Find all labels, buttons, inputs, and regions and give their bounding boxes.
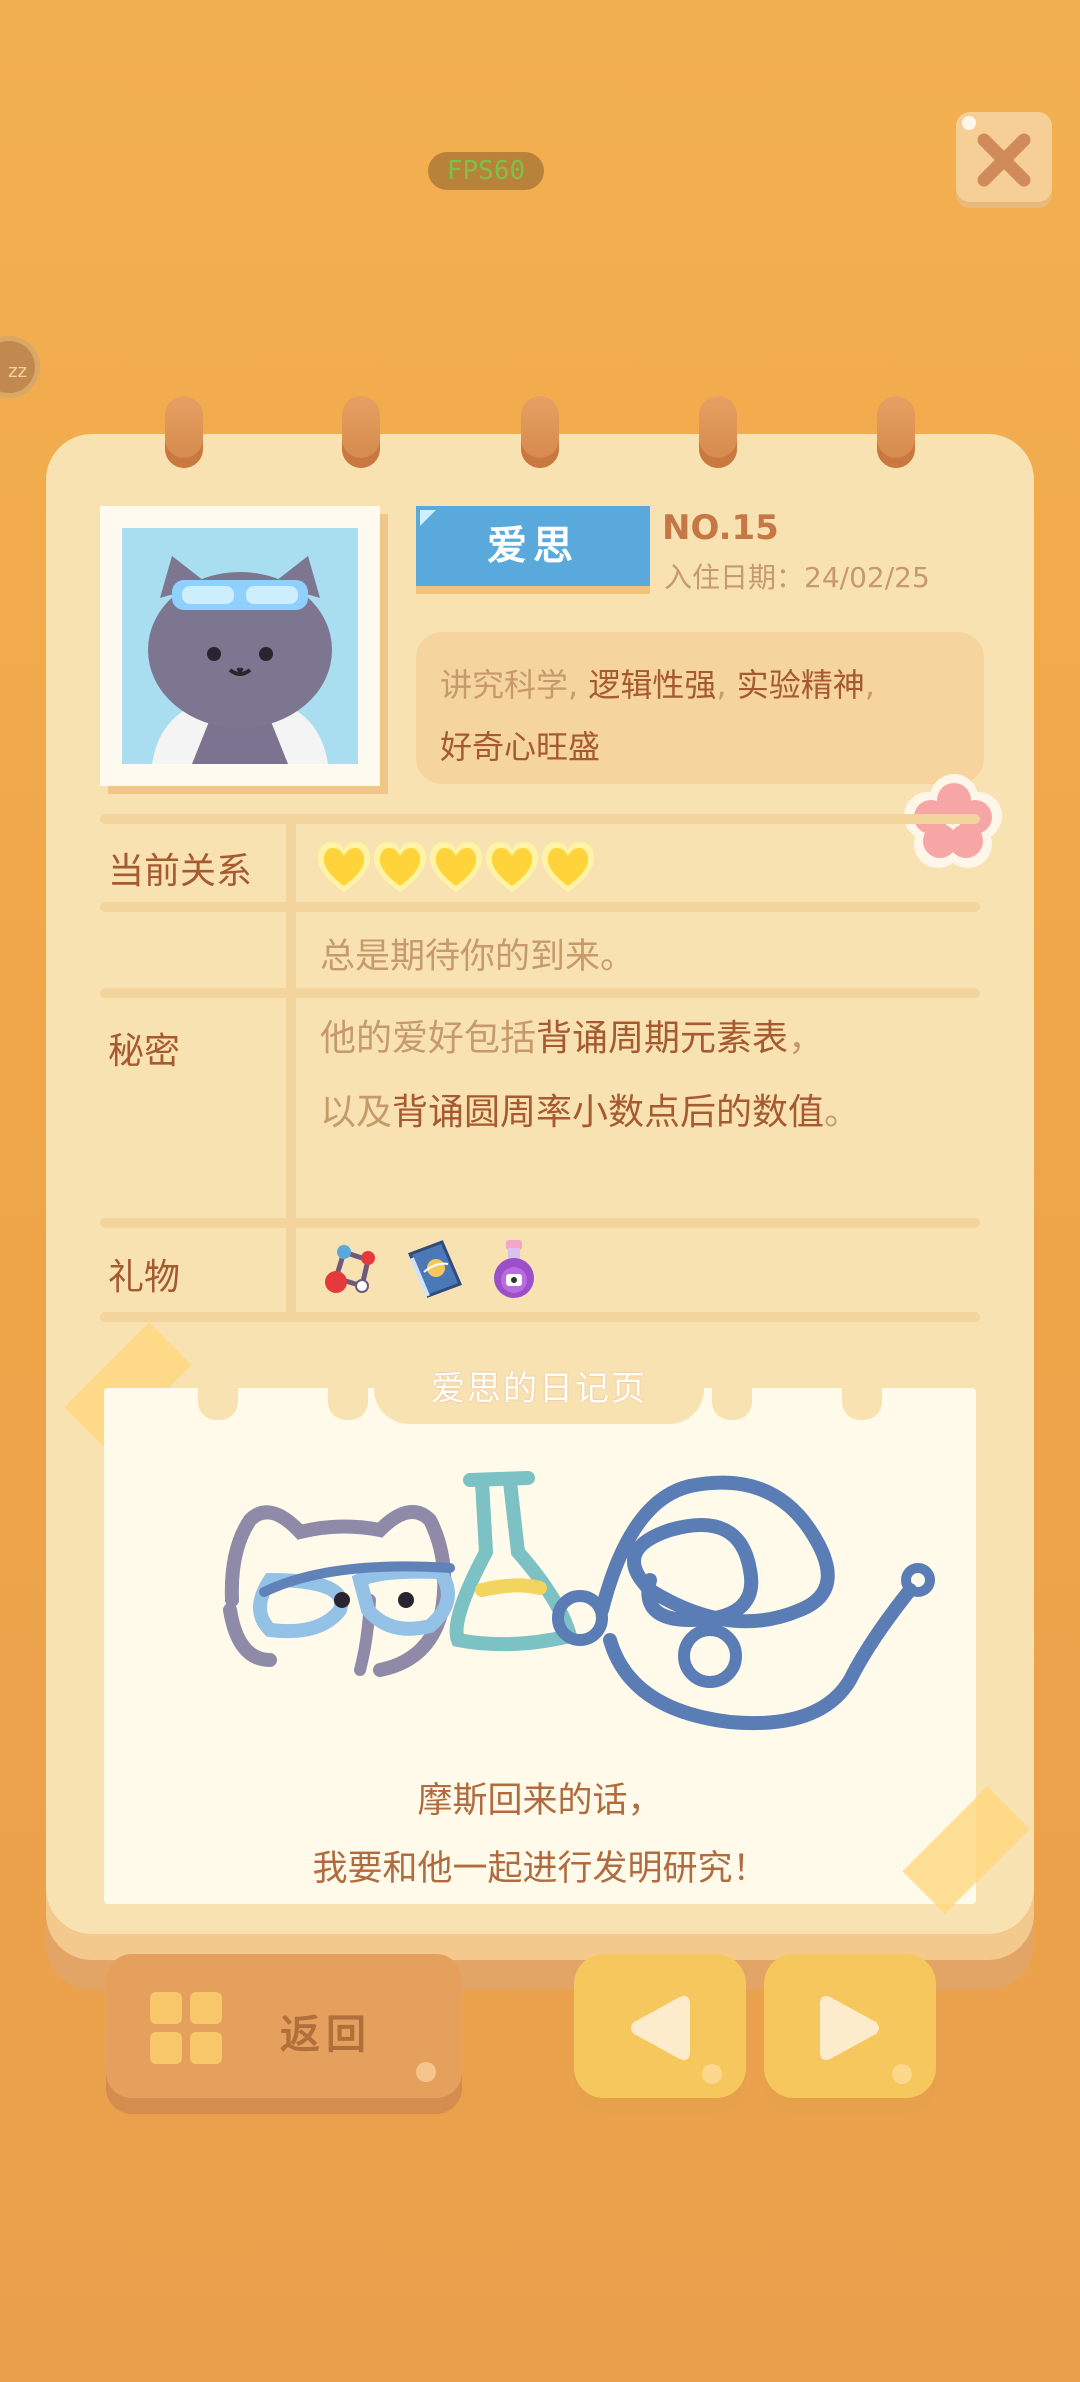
table-divider — [100, 814, 980, 824]
heart-icon — [541, 842, 595, 892]
secret-text: 以及 — [320, 1092, 393, 1133]
heart-icon — [429, 842, 483, 892]
heart-icon — [485, 842, 539, 892]
diary-title: 爱思的日记页 — [374, 1354, 704, 1424]
heart-icon — [317, 842, 371, 892]
button-highlight — [416, 2062, 436, 2082]
diary-line-2: 我要和他一起进行发明研究！ — [312, 1849, 768, 1889]
relation-text: 总是期待你的到来。 — [320, 937, 636, 977]
table-column-divider — [286, 824, 296, 1312]
secret-text: 他的爱好包括 — [320, 1018, 537, 1059]
character-name-tag: 爱思 — [416, 506, 650, 586]
grid-icon — [150, 1992, 222, 2064]
secret-line-2: 以及背诵圆周率小数点后的数值。 — [320, 1076, 860, 1150]
back-button-label: 返回 — [280, 2012, 372, 2058]
character-number: NO.15 — [662, 508, 779, 548]
heart-icon — [373, 842, 427, 892]
binder-ring — [165, 396, 203, 468]
secret-highlight: 背诵周期元素表 — [536, 1018, 789, 1059]
desc-text: 讲究科学, — [440, 666, 589, 704]
binder-ring — [877, 396, 915, 468]
desc-text: , — [864, 666, 875, 704]
secret-text: ， — [788, 1018, 825, 1059]
diary-notch — [712, 1386, 752, 1420]
secret-line-1: 他的爱好包括背诵周期元素表， — [320, 1002, 824, 1076]
secret-label: 秘密 — [108, 1031, 181, 1072]
sleep-icon: zz — [8, 361, 27, 382]
table-divider — [100, 1312, 980, 1322]
fps-counter: FPS60 — [428, 152, 544, 190]
binder-ring — [521, 396, 559, 468]
desc-trait: 逻辑性强 — [588, 666, 717, 704]
diary-notch — [842, 1386, 882, 1420]
desc-text: , — [716, 666, 737, 704]
potion-bottle-icon[interactable] — [486, 1236, 542, 1302]
desc-trait: 实验精神 — [736, 666, 865, 704]
binder-ring — [699, 396, 737, 468]
character-description: 讲究科学, 逻辑性强, 实验精神, 好奇心旺盛 — [416, 632, 984, 784]
sleep-button[interactable]: zz — [0, 336, 40, 398]
diary-notch — [328, 1386, 368, 1420]
secret-text: 。 — [824, 1092, 861, 1133]
molecule-model-icon[interactable] — [322, 1236, 382, 1300]
back-button[interactable]: 返回 — [106, 1954, 462, 2098]
science-book-icon[interactable] — [400, 1236, 466, 1302]
close-button-highlight — [962, 116, 976, 130]
binder-ring — [342, 396, 380, 468]
next-button[interactable] — [764, 1954, 936, 2098]
secret-highlight: 背诵圆周率小数点后的数值 — [392, 1092, 825, 1133]
table-divider — [100, 988, 980, 998]
button-highlight — [892, 2064, 912, 2084]
arrow-right-icon — [820, 1996, 879, 2060]
table-divider — [100, 902, 980, 912]
character-portrait — [100, 506, 380, 786]
relation-hearts — [314, 840, 598, 894]
diary-drawing — [223, 1471, 935, 1731]
diary-line-1: 摩斯回来的话， — [417, 1781, 663, 1821]
close-icon — [977, 133, 1031, 187]
arrow-left-icon — [631, 1996, 690, 2060]
diary-notch — [198, 1386, 238, 1420]
name-tag-fold — [420, 510, 436, 526]
button-highlight — [702, 2064, 722, 2084]
join-date: 入住日期：24/02/25 — [664, 561, 930, 594]
prev-button[interactable] — [574, 1954, 746, 2098]
cat-scientist-avatar — [148, 556, 332, 764]
relation-label: 当前关系 — [108, 851, 253, 892]
gift-label: 礼物 — [108, 1257, 181, 1298]
desc-trait: 好奇心旺盛 — [440, 728, 601, 766]
table-divider — [100, 1218, 980, 1228]
